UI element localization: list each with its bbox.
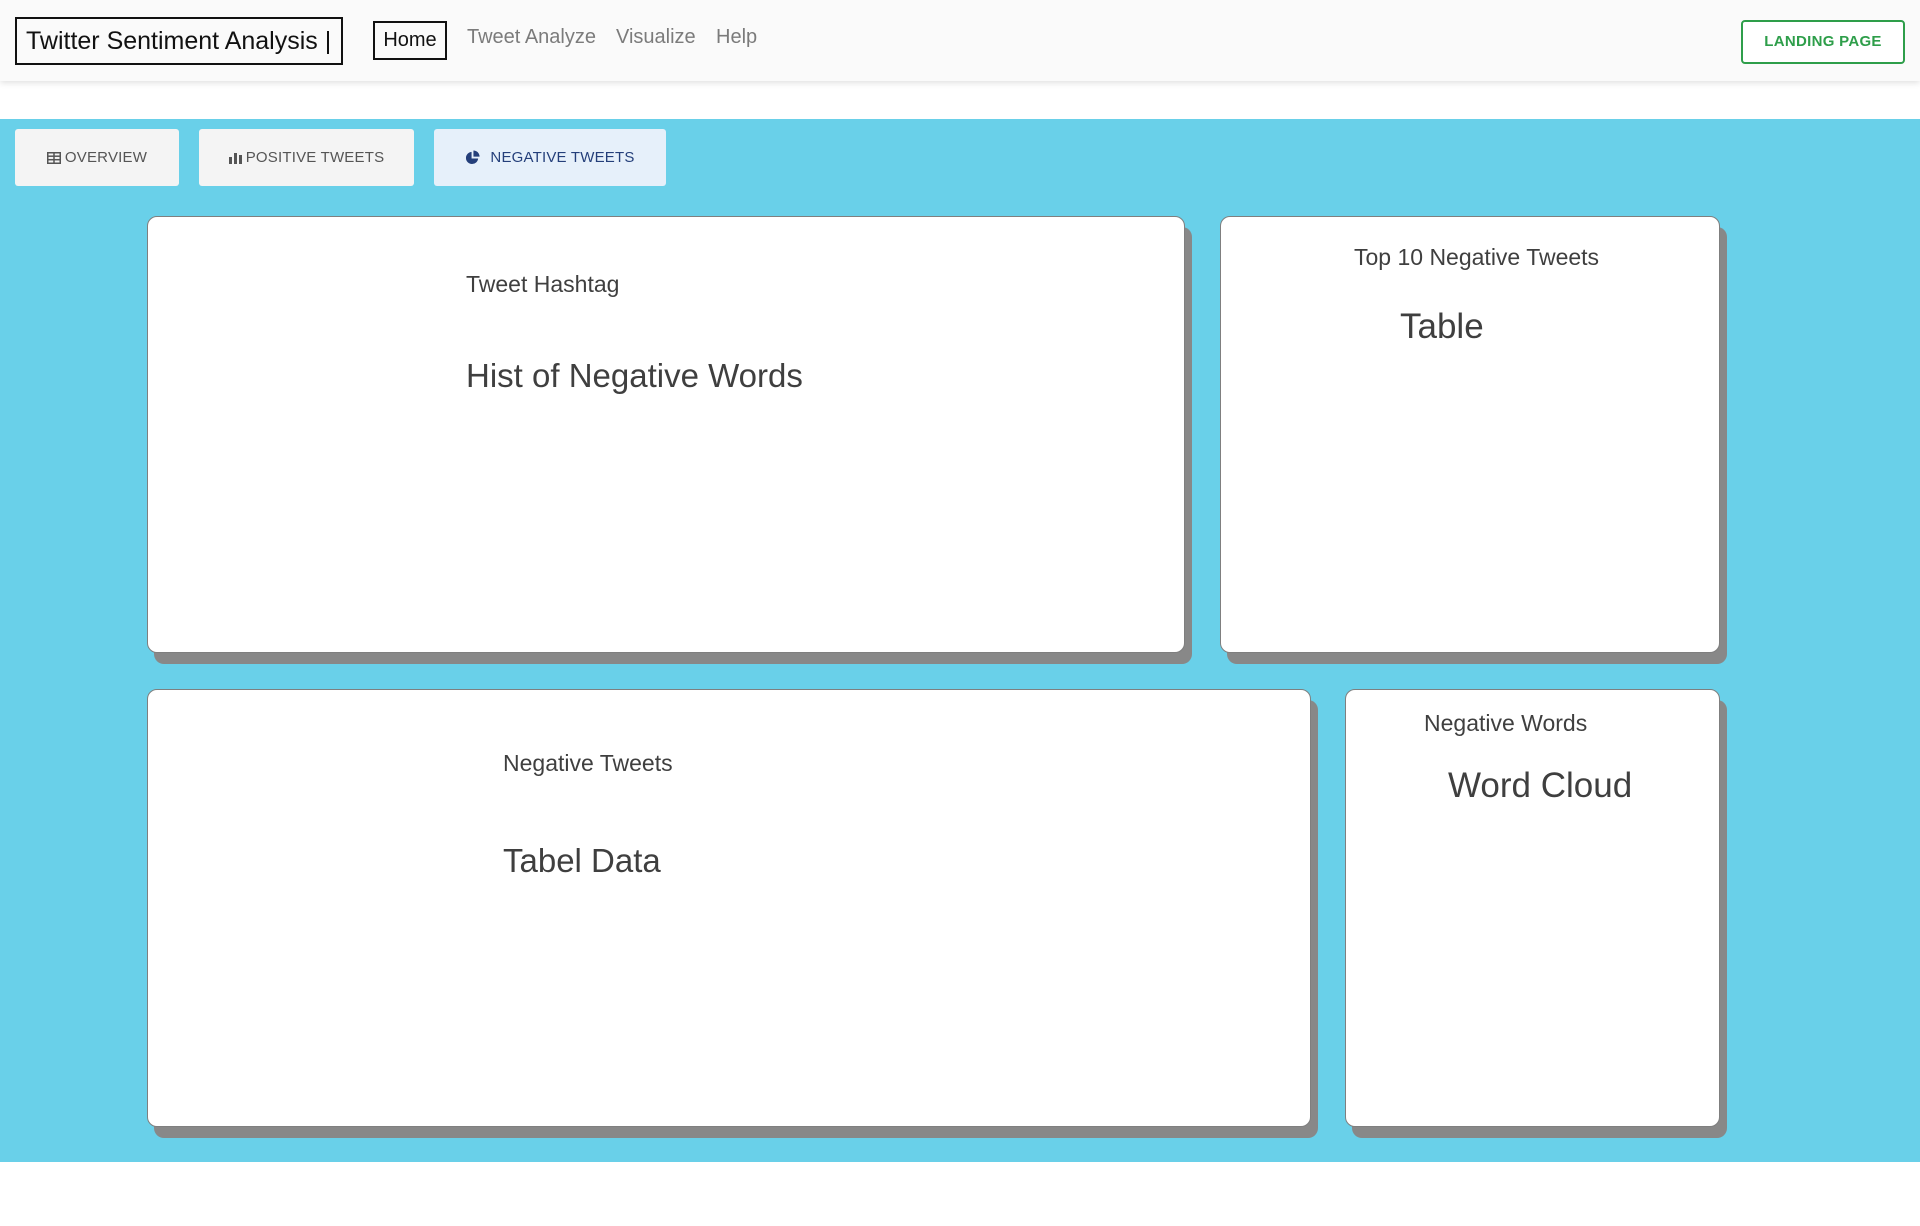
top10-negative-tweets-card: Top 10 Negative Tweets Table	[1220, 216, 1720, 653]
top-navbar: Twitter Sentiment Analysis | Home Tweet …	[0, 0, 1920, 81]
tab-positive-tweets[interactable]: POSITIVE TWEETS	[199, 129, 414, 186]
brand-title[interactable]: Twitter Sentiment Analysis |	[15, 17, 343, 65]
tab-overview-label: OVERVIEW	[64, 149, 148, 166]
nav-help-link[interactable]: Help	[716, 24, 757, 50]
negative-tweets-card-content: Tabel Data	[503, 842, 661, 879]
top10-card-content: Table	[1400, 307, 1484, 346]
hashtag-card-content: Hist of Negative Words	[466, 357, 803, 394]
landing-page-button[interactable]: LANDING PAGE	[1741, 20, 1905, 64]
table-icon	[46, 151, 61, 164]
negative-words-card-subtitle: Negative Words	[1424, 710, 1588, 736]
tab-negative-tweets-label: NEGATIVE TWEETS	[490, 149, 635, 166]
hashtag-card: Tweet Hashtag Hist of Negative Words	[147, 216, 1185, 653]
nav-visualize-link[interactable]: Visualize	[616, 24, 696, 50]
hashtag-card-subtitle: Tweet Hashtag	[466, 271, 620, 297]
dashboard-area: OVERVIEW POSITIVE TWEETS NEGATIVE TWEETS…	[0, 119, 1920, 1162]
bar-chart-icon	[228, 152, 242, 164]
tab-negative-tweets[interactable]: NEGATIVE TWEETS	[434, 129, 666, 186]
negative-tweets-card-subtitle: Negative Tweets	[503, 750, 673, 776]
tab-overview[interactable]: OVERVIEW	[15, 129, 179, 186]
negative-words-card: Negative Words Word Cloud	[1345, 689, 1720, 1127]
negative-words-card-content: Word Cloud	[1448, 766, 1633, 805]
pie-chart-icon	[465, 150, 480, 165]
negative-tweets-card: Negative Tweets Tabel Data	[147, 689, 1311, 1127]
nav-tweet-analyze-link[interactable]: Tweet Analyze	[467, 24, 596, 50]
nav-home-link[interactable]: Home	[373, 21, 447, 60]
top10-card-subtitle: Top 10 Negative Tweets	[1354, 244, 1600, 270]
tab-positive-tweets-label: POSITIVE TWEETS	[245, 149, 385, 166]
